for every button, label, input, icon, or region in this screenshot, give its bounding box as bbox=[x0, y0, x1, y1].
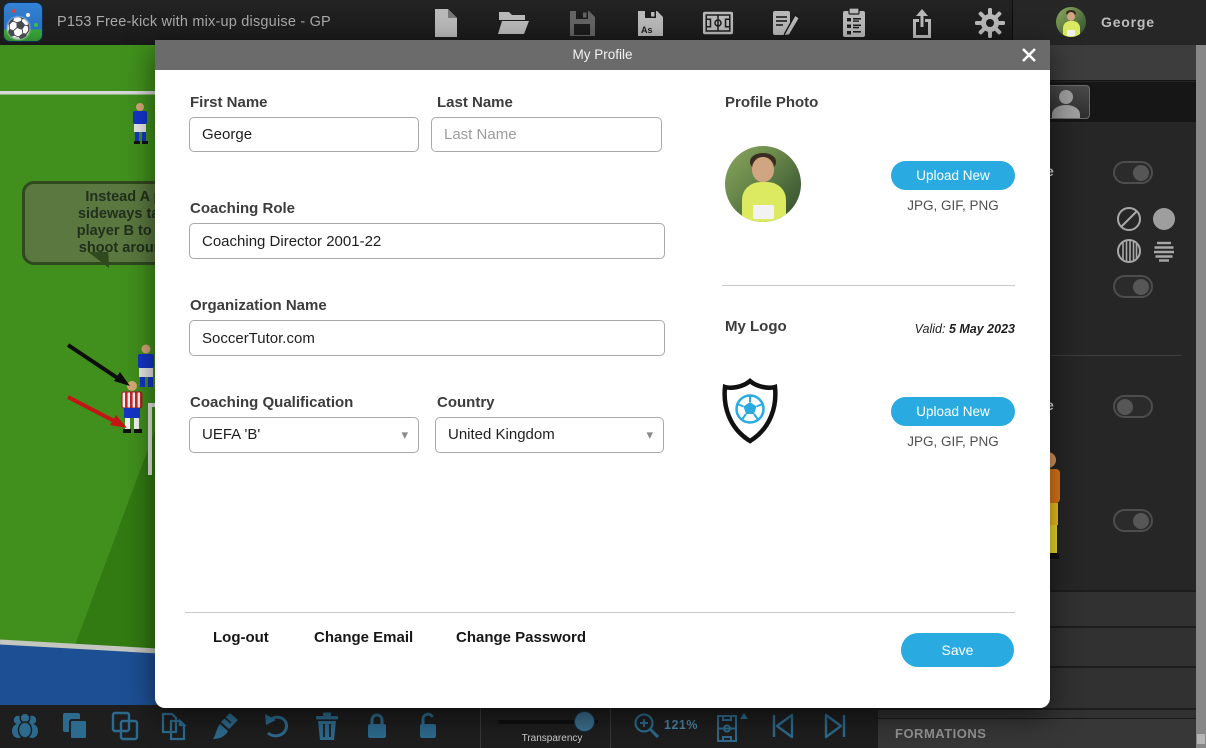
app-window: Instead A plays sideways tap-pas player … bbox=[0, 0, 1206, 748]
player-blue-mid[interactable] bbox=[138, 345, 154, 388]
settings-gear-button[interactable] bbox=[974, 7, 1006, 39]
sidebar-toggle-3[interactable] bbox=[1113, 395, 1153, 418]
undo-button[interactable] bbox=[262, 711, 292, 741]
country-select[interactable]: United Kingdom ▾ bbox=[435, 417, 664, 453]
player-photo-placeholder[interactable] bbox=[1044, 85, 1090, 119]
first-name-label: First Name bbox=[190, 94, 268, 111]
next-frame-button[interactable] bbox=[820, 711, 850, 741]
movement-arrow-red[interactable] bbox=[68, 397, 127, 428]
pitch-line bbox=[0, 91, 180, 95]
duplicate-pages-button[interactable] bbox=[159, 711, 189, 741]
my-logo-label: My Logo bbox=[725, 318, 787, 335]
close-icon[interactable] bbox=[1018, 44, 1040, 66]
coaching-qualification-value: UEFA 'B' bbox=[202, 426, 260, 443]
my-profile-dialog: My Profile First Name Last Name Coaching… bbox=[155, 40, 1050, 708]
dialog-title: My Profile bbox=[155, 47, 1050, 62]
organization-name-input[interactable] bbox=[189, 320, 665, 356]
share-export-button[interactable] bbox=[906, 7, 938, 39]
sidebar-toggle-2[interactable] bbox=[1113, 275, 1153, 298]
vertical-stripes-icon[interactable] bbox=[1118, 240, 1140, 262]
user-account-zone[interactable]: George bbox=[1012, 0, 1206, 45]
no-fill-icon[interactable] bbox=[1118, 208, 1140, 230]
soccer-ball-icon: ⚽ bbox=[6, 16, 31, 41]
app-logo-icon[interactable]: ⚽ bbox=[3, 2, 43, 42]
formations-panel-header[interactable]: FORMATIONS bbox=[878, 718, 1196, 748]
dialog-header: My Profile bbox=[155, 40, 1050, 70]
sidebar-toggle-1[interactable] bbox=[1113, 161, 1153, 184]
photo-formats-text: JPG, GIF, PNG bbox=[891, 198, 1015, 213]
sidebar-scrollbar[interactable] bbox=[1196, 45, 1206, 748]
new-file-button[interactable] bbox=[430, 7, 462, 39]
players-tool-button[interactable] bbox=[10, 711, 40, 741]
logo-valid-text: Valid: 5 May 2023 bbox=[855, 322, 1015, 336]
organization-name-label: Organization Name bbox=[190, 297, 327, 314]
open-folder-button[interactable] bbox=[498, 7, 530, 39]
placeholder-person-icon bbox=[1059, 90, 1073, 104]
last-name-input[interactable] bbox=[431, 117, 662, 152]
upload-photo-button[interactable]: Upload New bbox=[891, 161, 1015, 190]
country-label: Country bbox=[437, 394, 495, 411]
sidebar-divider bbox=[1046, 355, 1182, 356]
title-bar: ⚽ P153 Free-kick with mix-up disguise - … bbox=[0, 0, 1206, 45]
save-profile-button[interactable]: Save bbox=[901, 633, 1014, 667]
horizontal-stripes-icon[interactable] bbox=[1154, 243, 1174, 261]
document-title: P153 Free-kick with mix-up disguise - GP bbox=[57, 14, 331, 30]
transparency-label: Transparency bbox=[492, 733, 612, 744]
chevron-down-icon: ▾ bbox=[646, 427, 653, 443]
country-value: United Kingdom bbox=[448, 426, 555, 443]
solid-fill-icon[interactable] bbox=[1153, 208, 1175, 230]
logo-formats-text: JPG, GIF, PNG bbox=[891, 434, 1015, 449]
lock-button[interactable] bbox=[362, 711, 392, 741]
change-password-button[interactable]: Change Password bbox=[456, 629, 586, 646]
logout-button[interactable]: Log-out bbox=[213, 629, 269, 646]
fill-style-icons bbox=[1116, 205, 1186, 233]
save-button[interactable] bbox=[566, 7, 598, 39]
save-as-button[interactable]: As bbox=[634, 7, 666, 39]
zoom-tool-button[interactable] bbox=[632, 711, 662, 741]
section-divider bbox=[722, 285, 1015, 286]
player-blue-top[interactable] bbox=[133, 103, 148, 144]
copy-outline-button[interactable] bbox=[110, 711, 140, 741]
stripe-style-icons bbox=[1116, 237, 1186, 265]
unlock-button[interactable] bbox=[412, 711, 442, 741]
player-striped[interactable] bbox=[122, 381, 142, 433]
formations-label: FORMATIONS bbox=[895, 726, 986, 741]
copy-filled-button[interactable] bbox=[60, 711, 90, 741]
pitch-view-button[interactable] bbox=[702, 7, 734, 39]
profile-photo-label: Profile Photo bbox=[725, 94, 818, 111]
transparency-slider-knob[interactable] bbox=[574, 711, 595, 732]
session-plan-button[interactable] bbox=[838, 7, 870, 39]
pitch-select-button[interactable] bbox=[715, 711, 745, 741]
change-email-button[interactable]: Change Email bbox=[314, 629, 413, 646]
first-name-input[interactable] bbox=[189, 117, 419, 152]
profile-photo bbox=[725, 146, 801, 222]
coaching-role-label: Coaching Role bbox=[190, 200, 295, 217]
last-name-label: Last Name bbox=[437, 94, 513, 111]
bottom-toolbar: Transparency 121% bbox=[0, 705, 878, 748]
logo-image bbox=[720, 378, 780, 444]
save-as-text: As bbox=[641, 25, 653, 35]
brush-tool-button[interactable] bbox=[211, 711, 241, 741]
footer-divider bbox=[185, 612, 1015, 613]
movement-arrow-black[interactable] bbox=[68, 345, 130, 386]
user-name: George bbox=[1101, 14, 1155, 30]
zoom-level-value[interactable]: 121% bbox=[664, 718, 698, 732]
coaching-qualification-label: Coaching Qualification bbox=[190, 394, 353, 411]
upload-logo-button[interactable]: Upload New bbox=[891, 397, 1015, 426]
logo-valid-date: 5 May 2023 bbox=[949, 322, 1015, 336]
chevron-down-icon: ▾ bbox=[401, 427, 408, 443]
user-avatar[interactable] bbox=[1056, 7, 1086, 37]
coaching-qualification-select[interactable]: UEFA 'B' ▾ bbox=[189, 417, 419, 453]
sidebar-toggle-4[interactable] bbox=[1113, 509, 1153, 532]
previous-frame-button[interactable] bbox=[768, 711, 798, 741]
coaching-role-input[interactable] bbox=[189, 223, 665, 259]
notes-edit-button[interactable] bbox=[770, 7, 802, 39]
delete-trash-button[interactable] bbox=[312, 711, 342, 741]
